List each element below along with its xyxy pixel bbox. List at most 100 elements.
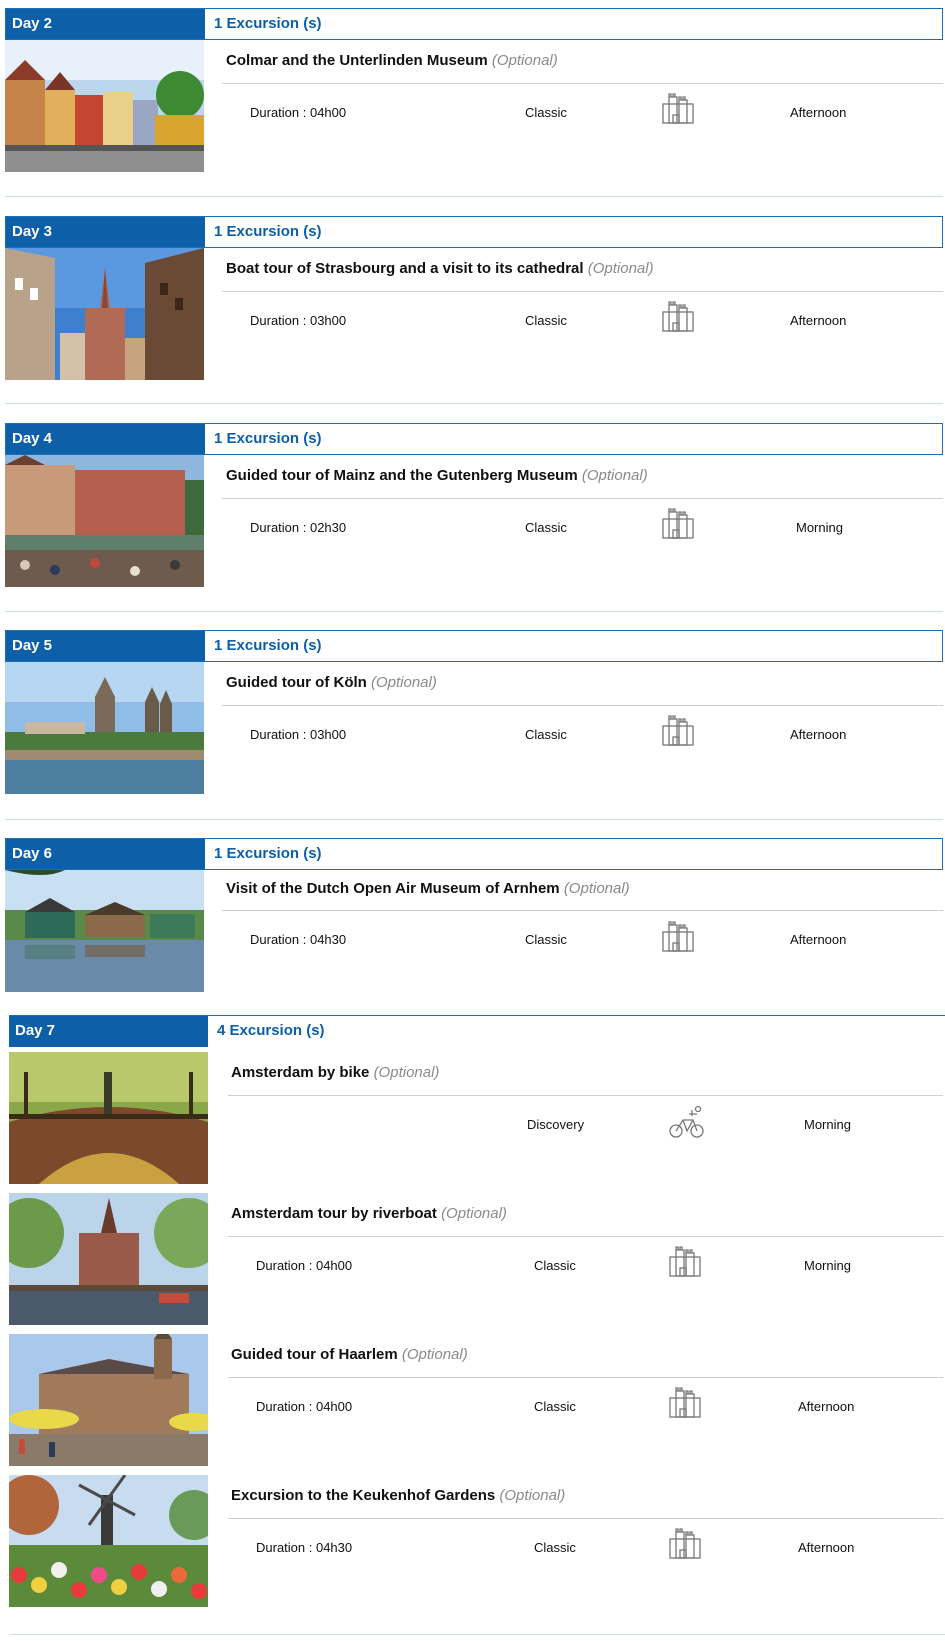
divider — [228, 1236, 943, 1237]
excursion-title[interactable]: Guided tour of Köln (Optional) — [226, 674, 437, 691]
excursion-type: Discovery — [527, 1117, 585, 1132]
day-separator — [9, 1634, 945, 1635]
day-header: Day 5 1 Excursion (s) — [5, 630, 943, 662]
day-header: Day 6 1 Excursion (s) — [5, 838, 943, 870]
excursion-count: 1 Excursion (s) — [214, 223, 322, 240]
excursion-count: 1 Excursion (s) — [214, 637, 322, 654]
optional-label: (Optional) — [401, 1346, 468, 1363]
excursion-type: Classic — [525, 520, 567, 535]
optional-label: (Optional) — [370, 674, 437, 691]
excursion-title-text[interactable]: Colmar and the Unterlinden Museum — [226, 52, 488, 69]
castle-icon — [660, 92, 696, 129]
divider — [228, 1518, 943, 1519]
castle-icon — [660, 507, 696, 544]
excursion-type: Classic — [534, 1399, 576, 1414]
day-label: Day 3 — [6, 217, 205, 247]
optional-label: (Optional) — [441, 1205, 507, 1222]
excursion-title[interactable]: Guided tour of Haarlem (Optional) — [231, 1346, 468, 1363]
day-header: Day 2 1 Excursion (s) — [5, 8, 943, 40]
time-of-day: Afternoon — [790, 727, 847, 742]
excursion-item[interactable]: Amsterdam tour by riverboat (Optional) D… — [0, 1193, 945, 1325]
excursion-title[interactable]: Amsterdam tour by riverboat (Optional) — [231, 1205, 507, 1222]
excursion-count: 1 Excursion (s) — [214, 430, 322, 447]
day-label: Day 6 — [6, 839, 205, 869]
excursion-item[interactable]: Colmar and the Unterlinden Museum (Optio… — [0, 40, 945, 172]
divider — [228, 1095, 943, 1096]
excursion-photo[interactable] — [5, 662, 204, 794]
divider — [222, 291, 943, 292]
divider — [222, 83, 943, 84]
optional-label: (Optional) — [563, 880, 630, 897]
excursion-type: Classic — [525, 727, 567, 742]
time-of-day: Morning — [804, 1117, 851, 1132]
excursion-item[interactable]: Guided tour of Köln (Optional) Duration … — [0, 662, 945, 794]
duration: Duration : 02h30 — [250, 520, 347, 535]
excursion-item[interactable]: Guided tour of Haarlem (Optional) Durati… — [0, 1334, 945, 1466]
excursion-item[interactable]: Guided tour of Mainz and the Gutenberg M… — [0, 455, 945, 587]
excursion-photo[interactable] — [5, 40, 204, 172]
excursion-photo[interactable] — [9, 1193, 208, 1325]
divider — [222, 498, 943, 499]
excursion-item[interactable]: Excursion to the Keukenhof Gardens (Opti… — [0, 1475, 945, 1607]
excursion-title-text[interactable]: Amsterdam tour by riverboat — [231, 1205, 437, 1222]
excursion-title[interactable]: Guided tour of Mainz and the Gutenberg M… — [226, 467, 648, 484]
excursion-photo[interactable] — [9, 1475, 208, 1607]
optional-label: (Optional) — [587, 260, 654, 277]
duration: Duration : 04h30 — [250, 932, 347, 947]
divider — [222, 910, 943, 911]
optional-label: (Optional) — [499, 1487, 566, 1504]
excursion-count: 4 Excursion (s) — [217, 1022, 325, 1039]
excursion-photo[interactable] — [5, 870, 204, 992]
duration: Duration : 04h00 — [256, 1258, 353, 1273]
duration: Duration : 04h30 — [256, 1540, 353, 1555]
duration: Duration : 03h00 — [250, 313, 347, 328]
excursion-item[interactable]: Visit of the Dutch Open Air Museum of Ar… — [0, 870, 945, 992]
excursion-photo[interactable] — [5, 455, 204, 587]
divider — [222, 705, 943, 706]
optional-label: (Optional) — [581, 467, 648, 484]
excursion-item[interactable]: Boat tour of Strasbourg and a visit to i… — [0, 248, 945, 380]
duration: Duration : 04h00 — [250, 105, 347, 120]
day-separator — [5, 611, 943, 612]
day-separator — [5, 196, 943, 197]
excursion-count: 1 Excursion (s) — [214, 845, 322, 862]
castle-icon — [667, 1527, 703, 1564]
day-separator — [5, 403, 943, 404]
excursion-count: 1 Excursion (s) — [214, 15, 322, 32]
excursion-photo[interactable] — [5, 248, 204, 380]
castle-icon — [660, 920, 696, 957]
excursion-item[interactable]: Amsterdam by bike (Optional) Discovery M… — [0, 1052, 945, 1184]
excursion-title-text[interactable]: Guided tour of Köln — [226, 674, 367, 691]
day-label: Day 4 — [6, 424, 205, 454]
excursion-title-text[interactable]: Boat tour of Strasbourg and a visit to i… — [226, 260, 584, 277]
excursion-photo[interactable] — [9, 1334, 208, 1466]
time-of-day: Afternoon — [790, 105, 847, 120]
castle-icon — [667, 1245, 703, 1282]
excursion-title-text[interactable]: Amsterdam by bike — [231, 1064, 369, 1081]
day-header: Day 4 1 Excursion (s) — [5, 423, 943, 455]
excursion-title[interactable]: Excursion to the Keukenhof Gardens (Opti… — [231, 1487, 565, 1504]
time-of-day: Afternoon — [790, 932, 847, 947]
time-of-day: Afternoon — [798, 1540, 855, 1555]
excursion-title-text[interactable]: Visit of the Dutch Open Air Museum of Ar… — [226, 880, 560, 897]
castle-icon — [660, 714, 696, 751]
day-header: Day 7 4 Excursion (s) — [9, 1015, 945, 1047]
time-of-day: Morning — [796, 520, 843, 535]
day-label: Day 5 — [6, 631, 205, 661]
excursion-title-text[interactable]: Excursion to the Keukenhof Gardens — [231, 1487, 495, 1504]
excursion-title-text[interactable]: Guided tour of Mainz and the Gutenberg M… — [226, 467, 578, 484]
time-of-day: Afternoon — [790, 313, 847, 328]
time-of-day: Morning — [804, 1258, 851, 1273]
excursion-photo[interactable] — [9, 1052, 208, 1184]
day-label: Day 7 — [9, 1016, 208, 1047]
excursion-type: Classic — [525, 932, 567, 947]
excursion-title[interactable]: Colmar and the Unterlinden Museum (Optio… — [226, 52, 558, 69]
day-separator — [5, 819, 943, 820]
excursion-title[interactable]: Amsterdam by bike (Optional) — [231, 1064, 439, 1081]
time-of-day: Afternoon — [798, 1399, 855, 1414]
excursion-title[interactable]: Boat tour of Strasbourg and a visit to i… — [226, 260, 654, 277]
duration: Duration : 03h00 — [250, 727, 347, 742]
excursion-title-text[interactable]: Guided tour of Haarlem — [231, 1346, 398, 1363]
duration: Duration : 04h00 — [256, 1399, 353, 1414]
excursion-title[interactable]: Visit of the Dutch Open Air Museum of Ar… — [226, 880, 630, 897]
